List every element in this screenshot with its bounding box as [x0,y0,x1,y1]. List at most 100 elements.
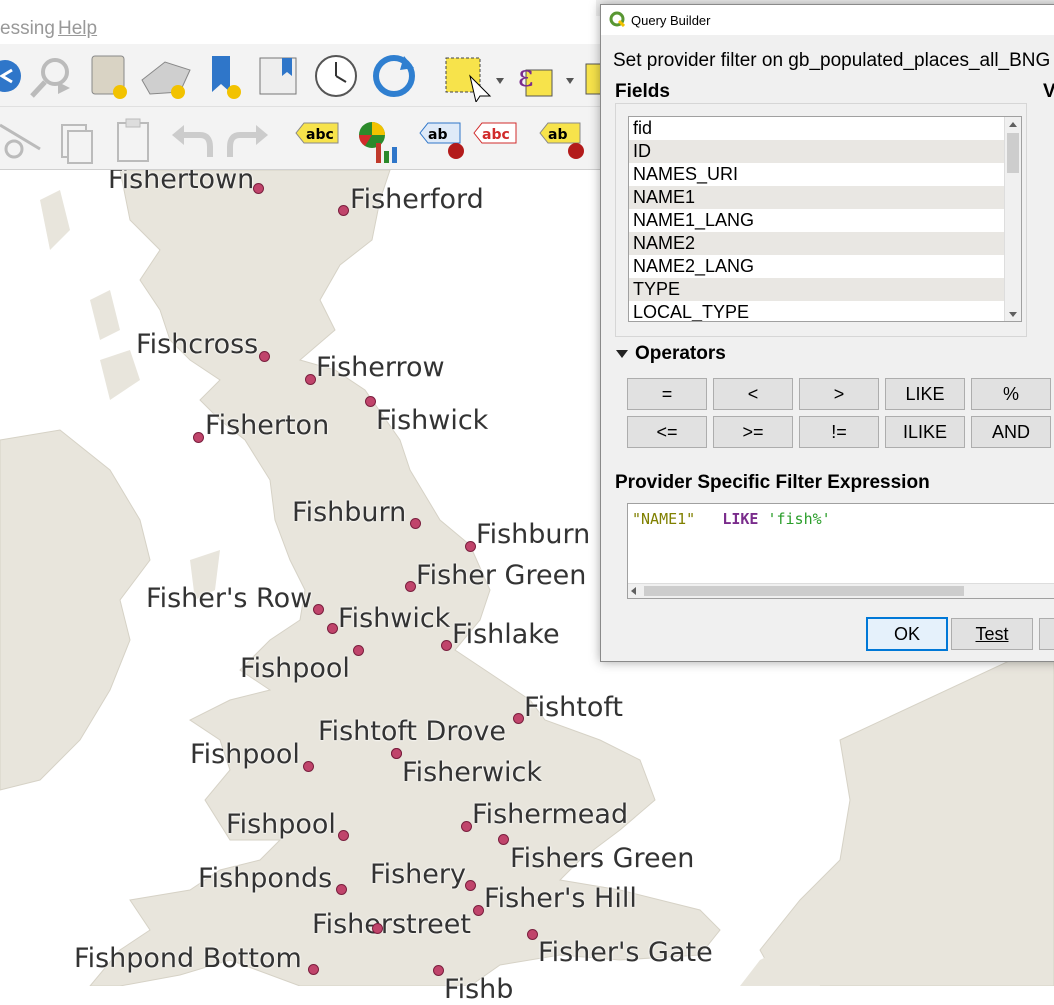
place-label: Fisher's Hill [484,883,637,914]
fields-list[interactable]: fid ID NAMES_URI NAME1 NAME1_LANG NAME2 NAME2_… [628,116,1022,322]
fields-group: fid ID NAMES_URI NAME1 NAME1_LANG NAME2 NAME2_… [615,103,1027,337]
pin-label-icon[interactable]: ab [419,122,464,159]
place-label: Fisher's Gate [538,937,713,968]
field-item[interactable]: TYPE [629,278,1021,301]
place-marker[interactable] [353,645,364,656]
scroll-thumb[interactable] [1007,133,1019,173]
place-marker[interactable] [259,351,270,362]
redo-icon[interactable] [227,125,268,157]
place-marker[interactable] [338,205,349,216]
field-item[interactable]: NAME2 [629,232,1021,255]
menu-processing[interactable]: essing [0,18,55,40]
paste-icon[interactable] [117,118,149,162]
place-marker[interactable] [513,713,524,724]
zoom-next-icon[interactable] [30,58,70,98]
place-marker[interactable] [193,432,204,443]
place-marker[interactable] [465,541,476,552]
operator-button[interactable]: LIKE [885,378,965,410]
field-item[interactable]: NAME1_LANG [629,209,1021,232]
operator-button[interactable]: < [713,378,793,410]
place-marker[interactable] [253,183,264,194]
query-builder-dialog: Query Builder Set provider filter on gb_… [600,4,1054,662]
place-marker[interactable] [405,581,416,592]
operator-button[interactable]: = [627,378,707,410]
expr-field: "NAME1" [632,510,696,528]
toolbar-icons-row2: abc ab abc ab [0,118,584,164]
scroll-left-icon[interactable] [631,587,636,595]
field-item[interactable]: NAMES_URI [629,163,1021,186]
dialog-subtitle: Set provider filter on gb_populated_plac… [613,50,1051,71]
place-label: Fisherrow [316,352,445,383]
hscroll-thumb[interactable] [644,586,964,596]
pan-back-icon[interactable] [0,60,21,92]
operator-button[interactable]: % [971,378,1051,410]
qgis-logo-icon [609,11,625,27]
place-marker[interactable] [410,518,421,529]
expression-hscrollbar[interactable] [628,583,1054,598]
select-partial-icon[interactable] [585,63,600,95]
place-marker[interactable] [441,640,452,651]
toolbar-icons-row1: ε [0,55,600,102]
temporal-clock-icon[interactable] [315,55,357,97]
field-item[interactable]: NAME1 [629,186,1021,209]
highlight-label-icon[interactable]: abc [473,122,517,144]
place-marker[interactable] [338,830,349,841]
operator-button[interactable]: >= [713,416,793,448]
field-item[interactable]: ID [629,140,1021,163]
place-label: Fishwick [338,603,451,634]
filter-expression-editor[interactable]: "NAME1" LIKE 'fish%' [627,503,1054,599]
place-marker[interactable] [308,964,319,975]
clear-button[interactable] [1039,618,1054,650]
field-item[interactable]: NAME2_LANG [629,255,1021,278]
scroll-up-icon[interactable] [1009,122,1017,127]
scroll-down-icon[interactable] [1009,312,1017,317]
place-label: Fisherton [205,410,330,441]
mesh-layer-icon[interactable] [141,61,191,99]
new-layer-icon[interactable] [91,55,127,99]
place-marker[interactable] [365,396,376,407]
operator-button[interactable]: > [799,378,879,410]
field-item[interactable]: fid [629,117,1021,140]
place-marker[interactable] [473,905,484,916]
place-marker[interactable] [465,880,476,891]
collapse-operators-icon[interactable] [615,347,629,361]
operator-button[interactable]: <= [627,416,707,448]
place-marker[interactable] [336,884,347,895]
place-marker[interactable] [313,604,324,615]
place-marker[interactable] [527,929,538,940]
place-marker[interactable] [498,834,509,845]
dialog-titlebar[interactable]: Query Builder [601,5,1054,35]
select-features-icon[interactable] [445,57,504,102]
operator-button[interactable]: ILIKE [885,416,965,448]
ok-button[interactable]: OK [866,617,948,651]
place-marker[interactable] [327,623,338,634]
undo-icon[interactable] [172,125,213,157]
expression-select-icon[interactable]: ε [518,59,574,97]
bookmark-icon[interactable] [212,56,241,99]
place-marker[interactable] [461,821,472,832]
menu-help[interactable]: Help [58,18,97,40]
place-marker[interactable] [372,923,383,934]
place-label: Fisherstreet [312,909,471,940]
move-label-icon[interactable]: ab [539,122,584,159]
cut-icon[interactable] [0,123,41,159]
test-button[interactable]: Test [951,618,1033,650]
place-marker[interactable] [433,965,444,976]
show-bookmarks-icon[interactable] [259,57,297,95]
dialog-title: Query Builder [631,13,711,28]
place-label: Fishtoft Drove [318,716,506,747]
fields-scrollbar[interactable] [1004,117,1021,321]
place-marker[interactable] [391,748,402,759]
map-navigation-toolbar: ε [0,44,600,107]
field-item[interactable]: LOCAL_TYPE [629,301,1021,321]
place-marker[interactable] [305,374,316,385]
copy-icon[interactable] [61,124,93,164]
place-label: Fishcross [136,329,259,360]
refresh-icon[interactable] [373,55,415,97]
place-marker[interactable] [303,761,314,772]
operator-button[interactable]: AND [971,416,1051,448]
place-label: Fisher Green [416,560,587,591]
operator-button[interactable]: != [799,416,879,448]
label-abc-icon[interactable]: abc [295,122,339,144]
diagram-icon[interactable] [358,122,397,163]
